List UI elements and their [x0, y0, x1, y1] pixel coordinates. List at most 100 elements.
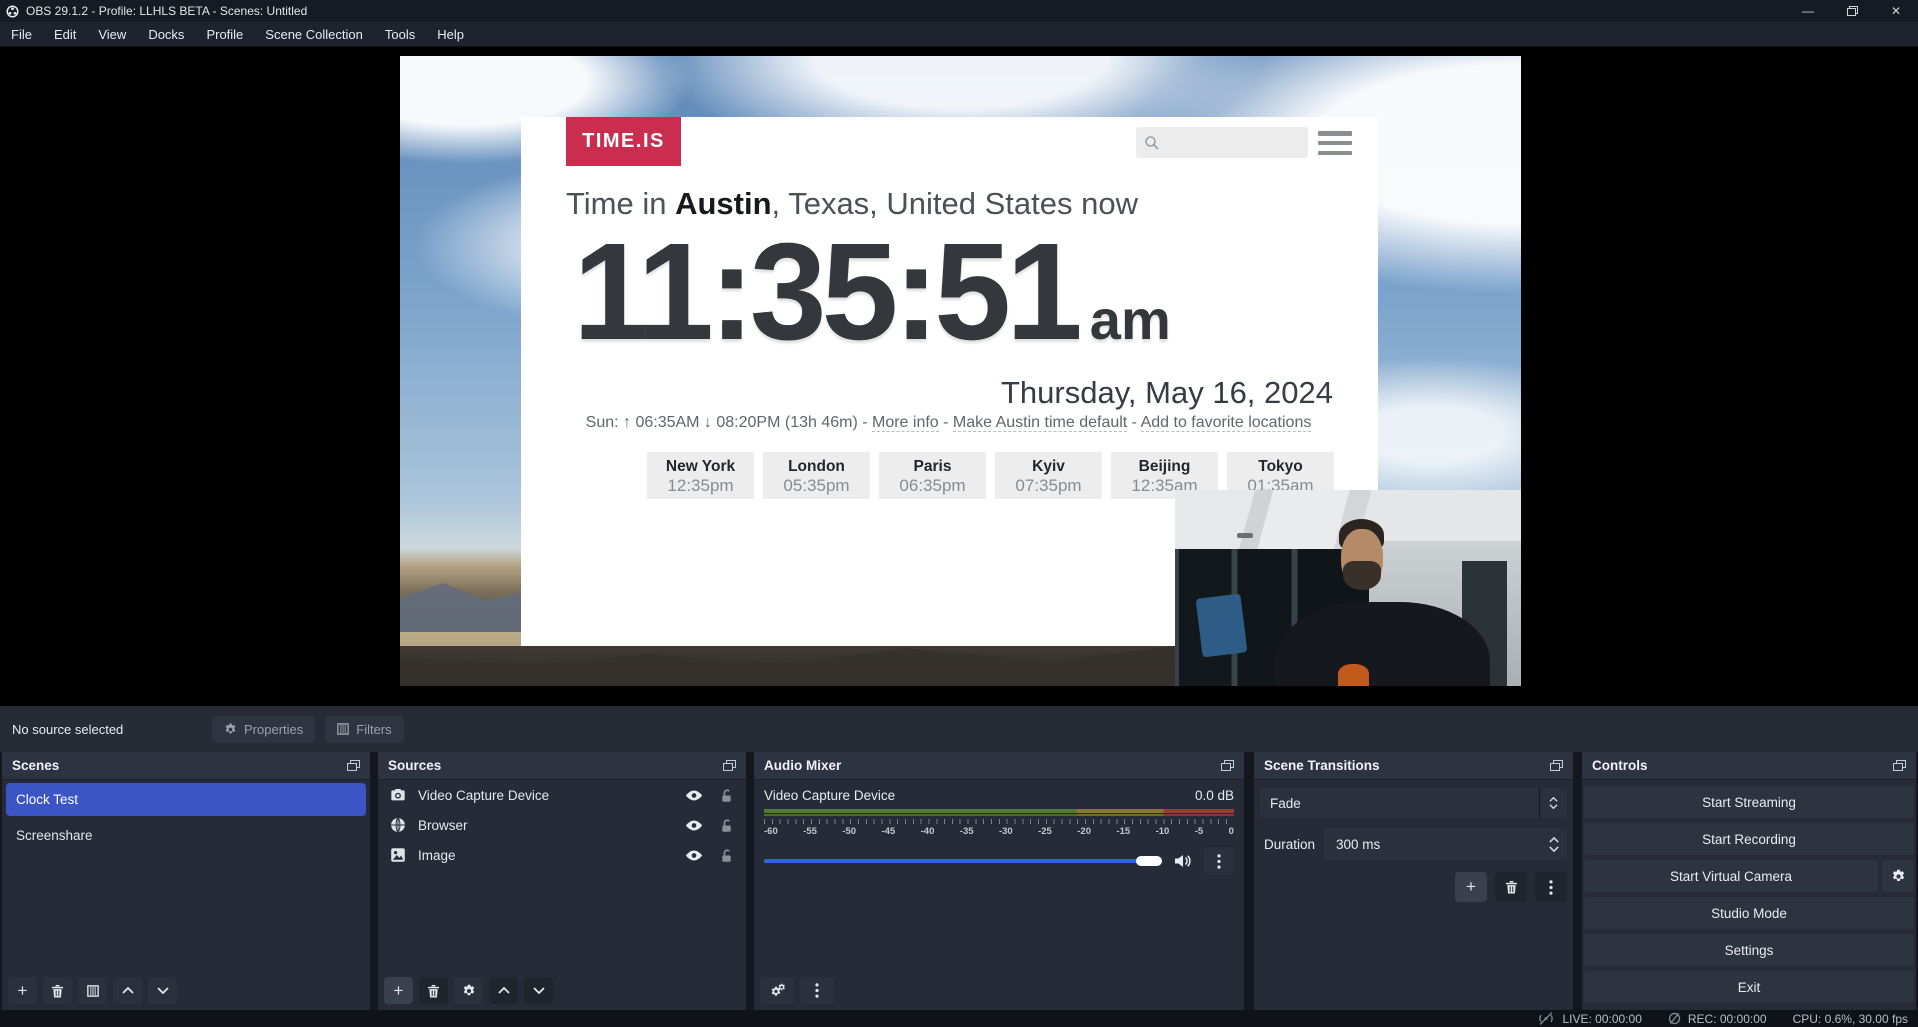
studio-mode-button[interactable]: Studio Mode: [1584, 897, 1914, 929]
rec-time: REC: 00:00:00: [1688, 1012, 1767, 1026]
search-input: [1136, 127, 1308, 158]
city-new-york: New York12:35pm: [647, 452, 754, 499]
more-info-link: More info: [872, 414, 939, 432]
start-recording-button[interactable]: Start Recording: [1584, 823, 1914, 855]
add-source-button[interactable]: +: [384, 977, 413, 1004]
image-icon: [390, 847, 406, 863]
status-bar: LIVE: 00:00:00 REC: 00:00:00 CPU: 0.6%, …: [0, 1010, 1918, 1027]
exit-button[interactable]: Exit: [1584, 971, 1914, 1003]
sources-panel: Sources Video Capture Device Browser: [378, 752, 746, 1010]
kebab-icon: [1217, 854, 1221, 869]
remove-scene-button[interactable]: [43, 977, 72, 1004]
move-source-down-button[interactable]: [524, 977, 553, 1004]
chevron-up-icon: [498, 987, 510, 994]
eye-icon[interactable]: [685, 849, 703, 862]
popout-icon: [347, 760, 360, 771]
city-paris: Paris06:35pm: [879, 452, 986, 499]
add-scene-button[interactable]: +: [8, 977, 37, 1004]
popout-icon: [1893, 760, 1906, 771]
eye-icon[interactable]: [685, 819, 703, 832]
lock-open-icon[interactable]: [719, 818, 734, 833]
source-row-video-capture[interactable]: Video Capture Device: [378, 780, 746, 810]
timeis-logo: TIME.IS: [566, 117, 681, 166]
scenes-toolbar: +: [8, 977, 177, 1004]
volume-slider[interactable]: [764, 859, 1162, 863]
menu-docks[interactable]: Docks: [137, 22, 195, 46]
menu-profile[interactable]: Profile: [195, 22, 254, 46]
volume-slider-handle[interactable]: [1136, 856, 1162, 866]
virtual-camera-settings-button[interactable]: [1882, 860, 1914, 892]
scene-item-clock-test[interactable]: Clock Test: [6, 783, 366, 816]
digital-clock: 11:35:51 am: [573, 213, 1171, 372]
move-scene-down-button[interactable]: [148, 977, 177, 1004]
kebab-icon: [815, 983, 819, 998]
transitions-toolbar: +: [1455, 872, 1567, 902]
program-preview[interactable]: TIME.IS Time in Austin, Texas, United St…: [400, 56, 1521, 686]
meter-tick-ruler: [764, 819, 1234, 824]
menu-scene-collection[interactable]: Scene Collection: [254, 22, 374, 46]
eye-icon[interactable]: [685, 789, 703, 802]
menu-file[interactable]: File: [0, 22, 43, 46]
remove-transition-button[interactable]: [1495, 872, 1527, 902]
gear-icon: [462, 984, 476, 998]
chevron-down-icon: [533, 987, 545, 994]
menu-edit[interactable]: Edit: [43, 22, 87, 46]
gear-icon: [224, 723, 237, 736]
title-bar: OBS 29.1.2 - Profile: LLHLS BETA - Scene…: [0, 0, 1918, 22]
chevron-down-icon: [1549, 804, 1558, 809]
scene-item-screenshare[interactable]: Screenshare: [2, 819, 370, 852]
transition-select[interactable]: Fade: [1260, 788, 1567, 818]
move-source-up-button[interactable]: [489, 977, 518, 1004]
scene-transitions-panel: Scene Transitions Fade Duration 300 ms: [1254, 752, 1573, 1010]
obs-logo-icon: [6, 5, 19, 18]
remove-source-button[interactable]: [419, 977, 448, 1004]
menu-tools[interactable]: Tools: [374, 22, 426, 46]
meter-scale-labels: -60-55-50-45-40-35-30-25-20-15-10-50: [764, 826, 1234, 837]
mixer-options-button[interactable]: [1204, 847, 1234, 875]
scene-filters-button[interactable]: [78, 977, 107, 1004]
source-properties-button[interactable]: [454, 977, 483, 1004]
mixer-menu-button[interactable]: [800, 977, 834, 1004]
lock-open-icon[interactable]: [719, 788, 734, 803]
controls-header[interactable]: Controls: [1582, 752, 1916, 780]
settings-button[interactable]: Settings: [1584, 934, 1914, 966]
restore-icon: [1847, 6, 1858, 16]
obs-window: OBS 29.1.2 - Profile: LLHLS BETA - Scene…: [0, 0, 1918, 1027]
filters-icon: [337, 723, 349, 735]
transition-properties-button[interactable]: [1535, 872, 1567, 902]
move-scene-up-button[interactable]: [113, 977, 142, 1004]
start-streaming-button[interactable]: Start Streaming: [1584, 786, 1914, 818]
add-transition-button[interactable]: +: [1455, 872, 1487, 902]
trash-icon: [1505, 880, 1518, 894]
maximize-button[interactable]: [1830, 0, 1874, 22]
spin-up-icon[interactable]: [1549, 837, 1559, 843]
source-row-browser[interactable]: Browser: [378, 810, 746, 840]
close-button[interactable]: ✕: [1874, 0, 1918, 22]
audio-mixer-header[interactable]: Audio Mixer: [754, 752, 1244, 780]
filters-button[interactable]: Filters: [325, 716, 403, 743]
clock-time: 11:35:51: [573, 213, 1078, 372]
webcam-overlay: [1175, 490, 1521, 686]
duration-label: Duration: [1260, 837, 1324, 852]
trash-icon: [427, 984, 440, 998]
menu-view[interactable]: View: [87, 22, 137, 46]
spin-down-icon[interactable]: [1549, 846, 1559, 852]
source-row-image[interactable]: Image: [378, 840, 746, 870]
transitions-header[interactable]: Scene Transitions: [1254, 752, 1573, 780]
minimize-button[interactable]: —: [1786, 0, 1830, 22]
duration-input[interactable]: 300 ms: [1324, 828, 1567, 860]
speaker-icon[interactable]: [1174, 854, 1192, 868]
preview-canvas[interactable]: TIME.IS Time in Austin, Texas, United St…: [0, 47, 1918, 706]
lock-open-icon[interactable]: [719, 848, 734, 863]
start-virtual-camera-button[interactable]: Start Virtual Camera: [1584, 860, 1878, 892]
scenes-panel: Scenes Clock Test Screenshare +: [2, 752, 370, 1010]
gear-icon: [1891, 869, 1906, 884]
advanced-audio-button[interactable]: [760, 977, 794, 1004]
sources-header[interactable]: Sources: [378, 752, 746, 780]
menu-help[interactable]: Help: [426, 22, 475, 46]
mixer-channel-name: Video Capture Device: [764, 788, 895, 803]
scenes-header[interactable]: Scenes: [2, 752, 370, 780]
popout-icon: [1550, 760, 1563, 771]
properties-button[interactable]: Properties: [212, 716, 315, 743]
kebab-icon: [1549, 880, 1553, 895]
